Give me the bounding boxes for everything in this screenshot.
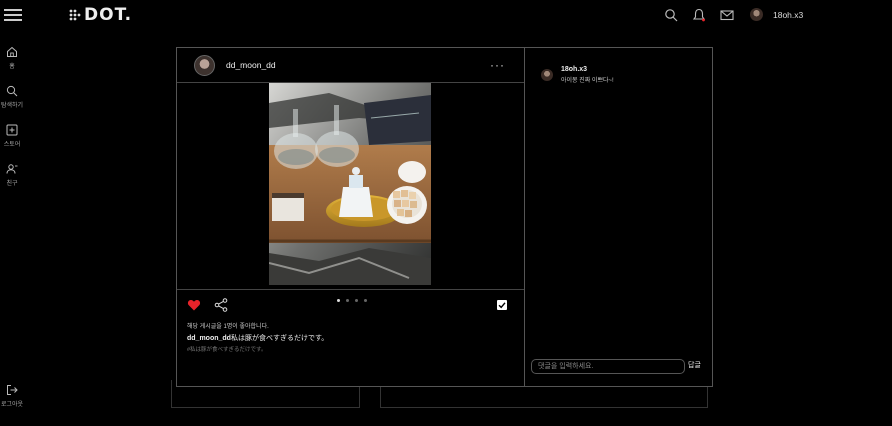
search-icon[interactable] — [664, 8, 678, 22]
notification-bell-icon[interactable] — [692, 8, 706, 22]
sidebar-item-home[interactable]: 홈 — [0, 46, 24, 70]
sidebar: 홈 탐색하기 스토어 친구 — [0, 46, 24, 202]
carousel-dot[interactable] — [346, 299, 349, 302]
heart-icon[interactable] — [187, 298, 201, 312]
sidebar-item-label: 스토어 — [3, 142, 21, 148]
likes-count-text: 해당 게시글을 1명이 좋아합니다. — [187, 324, 269, 330]
comment-username[interactable]: 18oh.x3 — [561, 66, 614, 73]
caption-username[interactable]: dd_moon_dd — [187, 335, 231, 342]
profile-menu[interactable]: 18oh.x3 — [750, 8, 803, 21]
logo[interactable]: DOT. — [68, 5, 133, 25]
post-photo — [269, 83, 431, 285]
carousel-dot[interactable] — [337, 299, 340, 302]
post-detail-modal: dd_moon_dd ··· 해당 게시글을 1명이 좋아합니다. dd_moo… — [176, 47, 713, 387]
sidebar-item-store[interactable]: 스토어 — [0, 124, 24, 148]
photo-carousel[interactable] — [177, 83, 524, 290]
sidebar-item-label: 탐색하기 — [0, 103, 24, 109]
avatar — [750, 8, 763, 21]
comment-item: 18oh.x3 아이몽 진짜 이쁘다~! — [541, 66, 614, 84]
comment-input[interactable] — [531, 359, 685, 374]
sidebar-item-friends[interactable]: 친구 — [0, 163, 24, 187]
submit-comment-button[interactable]: 답글 — [688, 360, 701, 370]
caption-hashtag[interactable]: #私は豚が食べすぎるだけです。 — [187, 345, 267, 353]
avatar[interactable] — [194, 54, 215, 76]
post-actions — [187, 298, 512, 314]
check-icon — [498, 302, 506, 309]
hamburger-menu-icon[interactable] — [4, 9, 22, 21]
sidebar-item-label: 홈 — [9, 64, 15, 70]
logout-label: 로그아웃 — [0, 402, 24, 408]
post-pane: dd_moon_dd ··· 해당 게시글을 1명이 좋아합니다. dd_moo… — [177, 48, 525, 386]
search-icon — [6, 85, 18, 97]
post-username[interactable]: dd_moon_dd — [226, 60, 276, 70]
logout-button[interactable]: 로그아웃 — [0, 384, 24, 408]
carousel-dot[interactable] — [355, 299, 358, 302]
comments-pane: 18oh.x3 아이몽 진짜 이쁘다~! 답글 — [525, 48, 712, 386]
current-username: 18oh.x3 — [773, 9, 804, 20]
plus-square-icon — [6, 124, 18, 136]
home-icon — [7, 46, 17, 57]
share-icon[interactable] — [214, 298, 228, 312]
sidebar-item-explore[interactable]: 탐색하기 — [0, 85, 24, 109]
caption-text: 私は豚が食べすぎるだけです。 — [230, 335, 329, 342]
sidebar-item-label: 친구 — [6, 181, 18, 187]
post-caption: dd_moon_dd私は豚が食べすぎるだけです。 — [187, 333, 328, 343]
logout-icon — [7, 385, 18, 395]
logo-mark-icon — [69, 9, 81, 21]
mail-icon[interactable] — [720, 8, 734, 22]
avatar[interactable] — [541, 69, 553, 81]
logo-text: DOT. — [84, 5, 133, 25]
carousel-dot[interactable] — [364, 299, 367, 302]
friends-icon — [6, 164, 18, 174]
comment-text: 아이몽 진짜 이쁘다~! — [561, 78, 614, 84]
carousel-indicator — [337, 299, 373, 302]
post-header: dd_moon_dd ··· — [177, 48, 524, 83]
more-options-button[interactable]: ··· — [490, 58, 505, 72]
save-checkbox[interactable] — [497, 300, 507, 310]
